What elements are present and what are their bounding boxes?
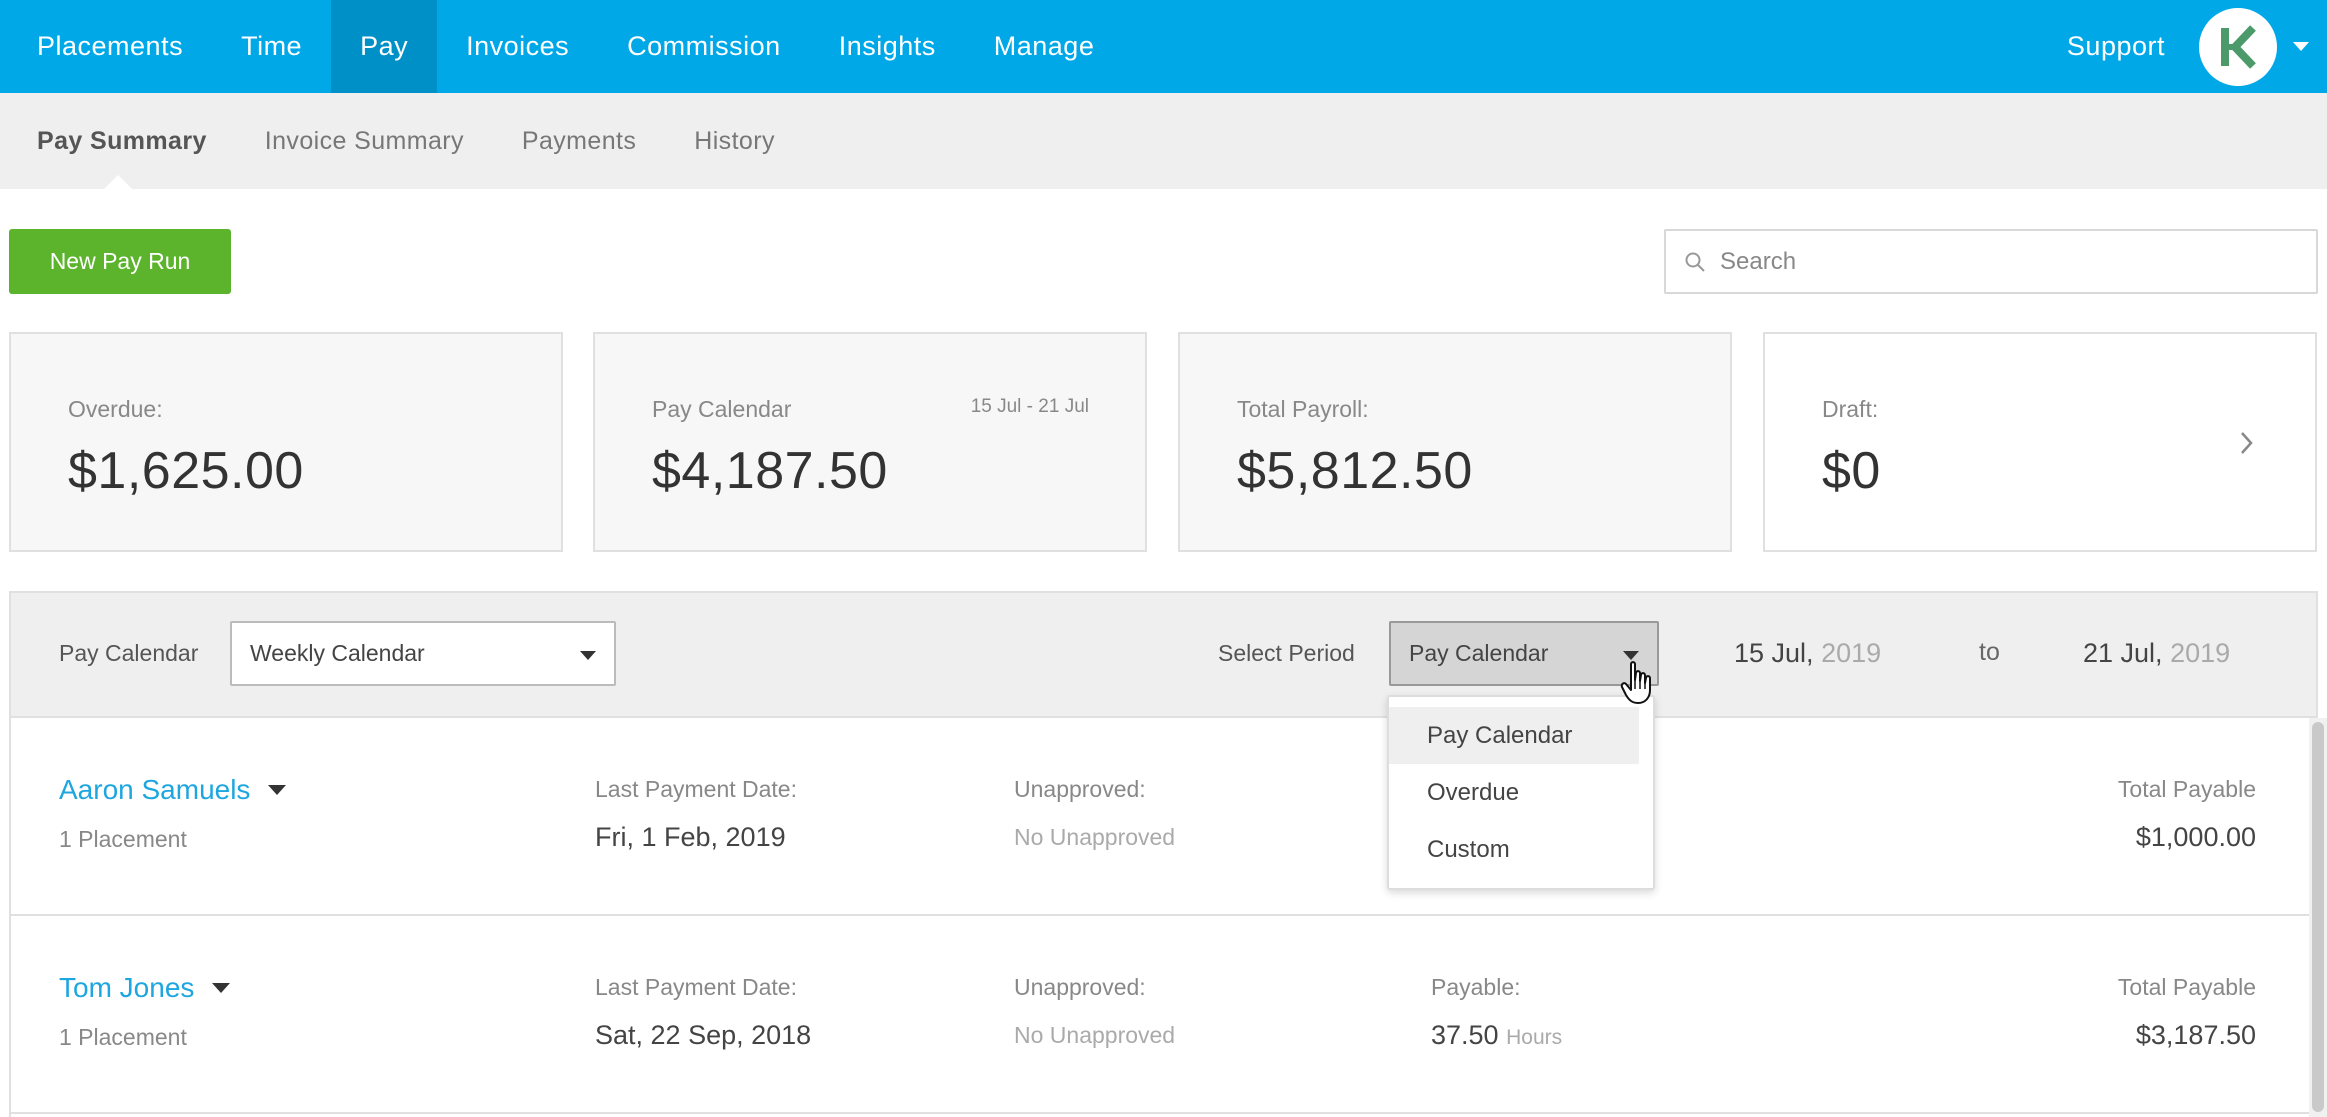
chevron-down-icon bbox=[1623, 651, 1639, 660]
total-payable-label: Total Payable bbox=[2117, 776, 2256, 802]
payable-label: Payable: bbox=[1431, 974, 1521, 1000]
account-menu-caret-icon[interactable] bbox=[2293, 42, 2309, 51]
tab-invoice-summary[interactable]: Invoice Summary bbox=[236, 93, 493, 189]
period-from-year: 2019 bbox=[1821, 638, 1882, 668]
period-to-label: to bbox=[1979, 638, 2000, 666]
unapproved-value: No Unapproved bbox=[1014, 1022, 1176, 1048]
unapproved-label: Unapproved: bbox=[1014, 974, 1146, 1000]
select-period-select[interactable]: Pay Calendar bbox=[1389, 621, 1659, 686]
overdue-label: Overdue: bbox=[68, 396, 163, 422]
payee-list: Aaron Samuels 1 Placement Last Payment D… bbox=[9, 718, 2311, 1117]
caret-down-icon[interactable] bbox=[268, 785, 287, 795]
draft-label: Draft: bbox=[1822, 396, 1879, 422]
total-payroll-label: Total Payroll: bbox=[1237, 396, 1369, 422]
caret-down-icon[interactable] bbox=[212, 983, 231, 993]
table-row: Tom Jones 1 Placement Last Payment Date:… bbox=[11, 916, 2311, 1114]
last-payment-label: Last Payment Date: bbox=[595, 776, 797, 802]
placement-count: 1 Placement bbox=[59, 826, 187, 852]
total-payable-value: $3,187.50 bbox=[2135, 1020, 2256, 1050]
period-from-date[interactable]: 15 Jul, 2019 bbox=[1734, 638, 1881, 669]
chevron-right-icon[interactable] bbox=[2239, 430, 2255, 456]
nav-item-manage[interactable]: Manage bbox=[965, 0, 1124, 93]
search-icon bbox=[1685, 252, 1705, 272]
draft-card[interactable]: Draft: $0 bbox=[1763, 332, 2317, 552]
top-nav: Placements Time Pay Invoices Commission … bbox=[0, 0, 2327, 93]
pay-calendar-select-value: Weekly Calendar bbox=[250, 640, 425, 666]
pay-calendar-card[interactable]: Pay Calendar 15 Jul - 21 Jul $4,187.50 bbox=[593, 332, 1147, 552]
total-payroll-card[interactable]: Total Payroll: $5,812.50 bbox=[1178, 332, 1732, 552]
period-dropdown-menu: Pay Calendar Overdue Custom bbox=[1387, 695, 1655, 890]
avatar[interactable] bbox=[2199, 7, 2277, 86]
overdue-value: $1,625.00 bbox=[68, 442, 304, 500]
pay-calendar-filter-label: Pay Calendar bbox=[59, 640, 199, 666]
nav-item-time[interactable]: Time bbox=[212, 0, 331, 93]
period-option-overdue[interactable]: Overdue bbox=[1389, 764, 1639, 821]
table-row: Aaron Samuels 1 Placement Last Payment D… bbox=[11, 718, 2311, 916]
payable-hours: 37.50 bbox=[1431, 1020, 1499, 1050]
sub-nav: Pay Summary Invoice Summary Payments His… bbox=[0, 93, 2327, 189]
scrollbar[interactable] bbox=[2309, 718, 2327, 1117]
tab-history[interactable]: History bbox=[665, 93, 804, 189]
total-payable-label: Total Payable bbox=[2117, 974, 2256, 1000]
pay-calendar-value: $4,187.50 bbox=[652, 442, 888, 500]
period-to-date[interactable]: 21 Jul, 2019 bbox=[2083, 638, 2230, 669]
period-to-year: 2019 bbox=[2170, 638, 2231, 668]
payee-name: Tom Jones bbox=[59, 972, 195, 1003]
chevron-down-icon bbox=[580, 651, 596, 660]
nav-item-placements[interactable]: Placements bbox=[0, 0, 212, 93]
brand-logo-icon bbox=[2221, 24, 2256, 69]
payee-name-link[interactable]: Tom Jones bbox=[59, 972, 231, 1004]
unapproved-value: No Unapproved bbox=[1014, 824, 1176, 850]
last-payment-label: Last Payment Date: bbox=[595, 974, 797, 1000]
filter-bar: Pay Calendar Weekly Calendar Select Peri… bbox=[9, 591, 2318, 718]
last-payment-value: Sat, 22 Sep, 2018 bbox=[595, 1020, 812, 1050]
scrollbar-thumb[interactable] bbox=[2312, 722, 2324, 1112]
select-period-label: Select Period bbox=[1218, 640, 1355, 666]
tab-payments[interactable]: Payments bbox=[493, 93, 665, 189]
unapproved-label: Unapproved: bbox=[1014, 776, 1146, 802]
payable-unit: Hours bbox=[1506, 1026, 1563, 1049]
tab-pay-summary[interactable]: Pay Summary bbox=[0, 93, 236, 189]
nav-item-support[interactable]: Support bbox=[2033, 0, 2199, 93]
payee-name-link[interactable]: Aaron Samuels bbox=[59, 774, 287, 806]
period-option-custom[interactable]: Custom bbox=[1389, 821, 1639, 878]
nav-item-invoices[interactable]: Invoices bbox=[437, 0, 598, 93]
select-period-select-value: Pay Calendar bbox=[1409, 640, 1549, 666]
hand-cursor-icon bbox=[1620, 661, 1651, 704]
period-to-day: 21 Jul, bbox=[2083, 638, 2163, 668]
last-payment-value: Fri, 1 Feb, 2019 bbox=[595, 822, 786, 852]
nav-item-pay[interactable]: Pay bbox=[331, 0, 438, 93]
pay-calendar-range: 15 Jul - 21 Jul bbox=[970, 396, 1089, 417]
search-box[interactable] bbox=[1664, 229, 2318, 294]
period-from-day: 15 Jul, bbox=[1734, 638, 1814, 668]
new-pay-run-button[interactable]: New Pay Run bbox=[9, 229, 231, 294]
payee-name: Aaron Samuels bbox=[59, 774, 251, 805]
nav-item-commission[interactable]: Commission bbox=[598, 0, 810, 93]
nav-item-insights[interactable]: Insights bbox=[810, 0, 965, 93]
total-payable-value: $1,000.00 bbox=[2135, 822, 2256, 852]
pay-calendar-select[interactable]: Weekly Calendar bbox=[230, 621, 616, 686]
placement-count: 1 Placement bbox=[59, 1024, 187, 1050]
period-option-pay-calendar[interactable]: Pay Calendar bbox=[1389, 707, 1639, 764]
payable-value: 37.50 Hours bbox=[1431, 1020, 1562, 1051]
overdue-card[interactable]: Overdue: $1,625.00 bbox=[9, 332, 563, 552]
total-payroll-value: $5,812.50 bbox=[1237, 442, 1473, 500]
search-input[interactable] bbox=[1720, 247, 2280, 276]
